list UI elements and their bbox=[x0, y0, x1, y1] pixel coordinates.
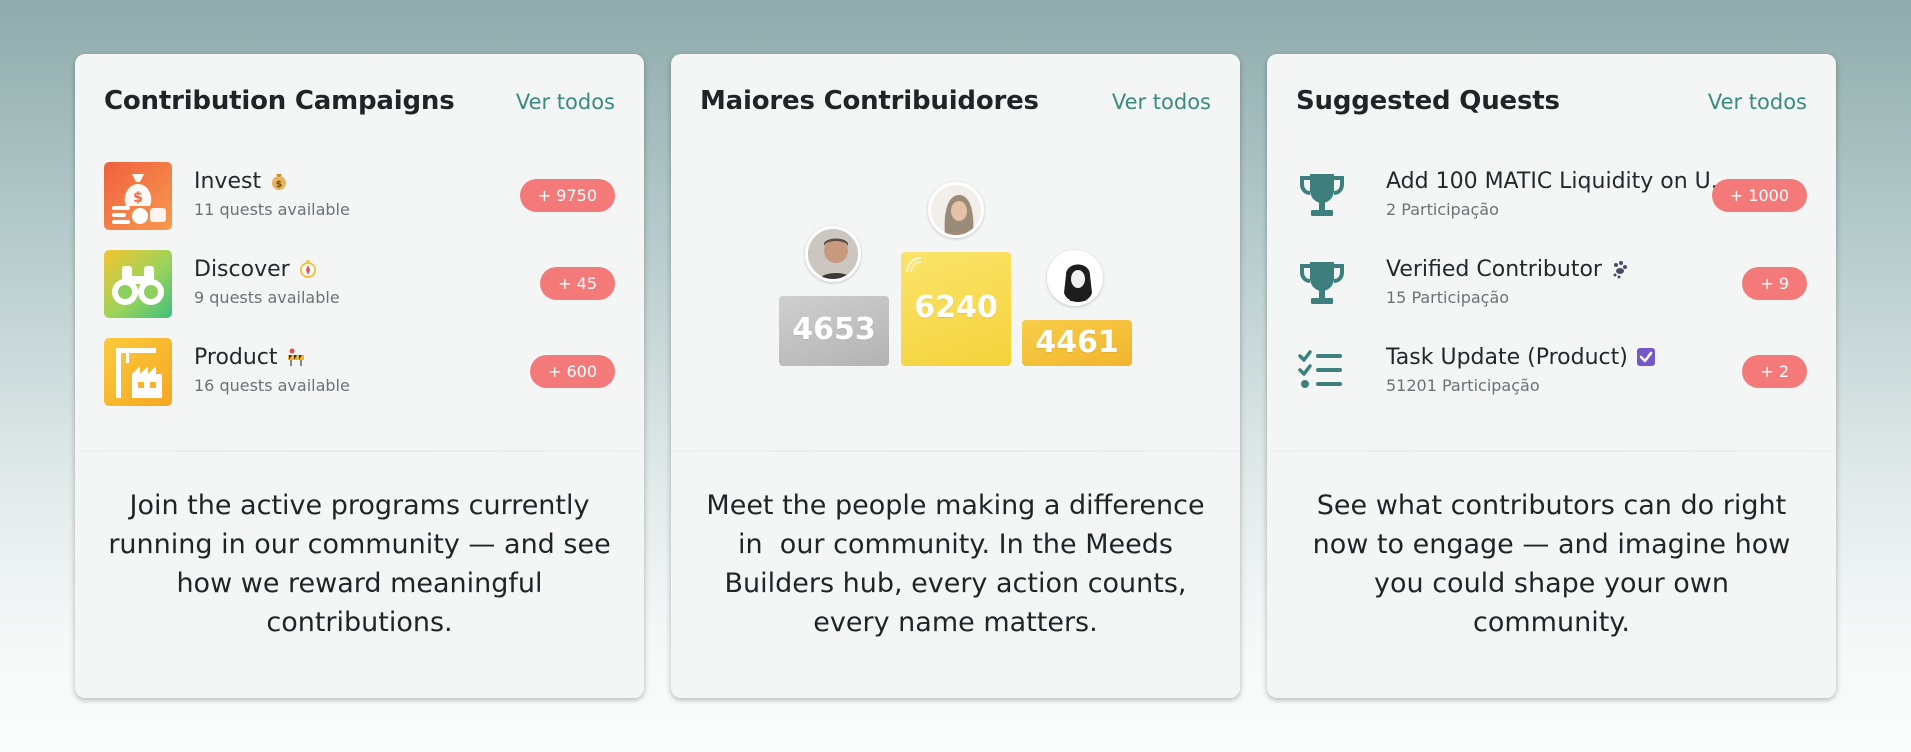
campaign-name: Discover bbox=[194, 257, 290, 282]
campaigns-card-header: Contribution Campaigns Ver todos $ Inves… bbox=[75, 54, 644, 452]
campaigns-card: Contribution Campaigns Ver todos $ Inves… bbox=[75, 54, 644, 698]
task-list-icon bbox=[1298, 350, 1342, 388]
money-bag-icon: $ bbox=[112, 174, 166, 224]
trophy-icon bbox=[1300, 174, 1344, 216]
campaign-item-product[interactable]: Product 16 quests available + 600 bbox=[104, 338, 615, 408]
person-avatar-icon bbox=[931, 185, 981, 235]
contributors-description: Meet the people making a difference in o… bbox=[706, 490, 1205, 638]
quest-participation: 2 Participação bbox=[1386, 200, 1499, 219]
quest-item[interactable]: Task Update (Product) 51201 Participação… bbox=[1296, 338, 1807, 408]
quest-name: Task Update (Product) bbox=[1386, 345, 1628, 370]
card-divider bbox=[75, 450, 644, 452]
person-avatar-icon bbox=[808, 229, 858, 279]
contributors-title: Maiores Contribuidores bbox=[700, 86, 1039, 116]
points-badge: + 600 bbox=[529, 355, 615, 388]
trophy-icon bbox=[1300, 262, 1344, 304]
contributors-card: Maiores Contribuidores Ver todos 4653 62… bbox=[671, 54, 1240, 698]
points-badge: + 45 bbox=[540, 267, 615, 300]
contributors-view-all-link[interactable]: Ver todos bbox=[1112, 90, 1211, 114]
avatar-third[interactable] bbox=[1047, 250, 1103, 306]
quests-card: Suggested Quests Ver todos Add 100 MATIC… bbox=[1267, 54, 1836, 698]
check-box-icon bbox=[1636, 348, 1655, 366]
podium-third-score: 4461 bbox=[1035, 325, 1119, 360]
quest-participation: 51201 Participação bbox=[1386, 376, 1540, 395]
person-avatar-icon bbox=[1050, 253, 1100, 303]
campaign-name: Invest bbox=[194, 169, 262, 194]
points-badge: + 1000 bbox=[1711, 179, 1807, 212]
campaign-quest-count: 16 quests available bbox=[194, 376, 350, 395]
quest-item[interactable]: Add 100 MATIC Liquidity on U... 2 Partic… bbox=[1296, 162, 1807, 232]
campaign-quest-count: 9 quests available bbox=[194, 288, 340, 307]
binoculars-icon bbox=[112, 266, 164, 305]
quests-card-header: Suggested Quests Ver todos Add 100 MATIC… bbox=[1267, 54, 1836, 452]
avatar-second[interactable] bbox=[805, 226, 861, 282]
campaigns-title: Contribution Campaigns bbox=[104, 86, 455, 116]
factory-crane-icon bbox=[116, 348, 162, 398]
quest-name: Verified Contributor bbox=[1386, 257, 1602, 282]
podium-second-score: 4653 bbox=[792, 312, 876, 347]
podium-first-score: 6240 bbox=[914, 290, 998, 325]
quests-description: See what contributors can do right now t… bbox=[1312, 490, 1791, 638]
contributors-card-header: Maiores Contribuidores Ver todos 4653 62… bbox=[671, 54, 1240, 452]
paw-prints-icon bbox=[1613, 261, 1627, 279]
campaign-item-invest[interactable]: $ Invest $ 11 quests available + 9750 bbox=[104, 162, 615, 232]
campaigns-description: Join the active programs currently runni… bbox=[108, 490, 611, 638]
quest-participation: 15 Participação bbox=[1386, 288, 1510, 307]
construction-icon bbox=[287, 348, 304, 366]
card-divider bbox=[671, 450, 1240, 452]
svg-text:$: $ bbox=[276, 180, 282, 190]
card-divider bbox=[1267, 450, 1836, 452]
quests-view-all-link[interactable]: Ver todos bbox=[1708, 90, 1807, 114]
money-bag-icon: $ bbox=[272, 174, 287, 190]
campaign-quest-count: 11 quests available bbox=[194, 200, 350, 219]
invest-thumbnail: $ bbox=[104, 162, 172, 230]
discover-thumbnail bbox=[104, 250, 172, 318]
compass-icon bbox=[299, 260, 316, 278]
podium-first: 6240 bbox=[901, 252, 1011, 366]
shine-decoration bbox=[906, 257, 922, 273]
campaigns-view-all-link[interactable]: Ver todos bbox=[516, 90, 615, 114]
svg-text:$: $ bbox=[133, 190, 143, 206]
campaign-name: Product bbox=[194, 345, 278, 370]
points-badge: + 2 bbox=[1742, 355, 1807, 388]
quest-name: Add 100 MATIC Liquidity on U... bbox=[1386, 169, 1732, 194]
product-thumbnail bbox=[104, 338, 172, 406]
campaign-item-discover[interactable]: Discover 9 quests available + 45 bbox=[104, 250, 615, 320]
points-badge: + 9750 bbox=[519, 179, 615, 212]
podium-third: 4461 bbox=[1022, 320, 1132, 366]
avatar-first[interactable] bbox=[928, 182, 984, 238]
quest-item[interactable]: Verified Contributor 15 Participação + 9 bbox=[1296, 250, 1807, 320]
quests-title: Suggested Quests bbox=[1296, 86, 1560, 116]
podium-second: 4653 bbox=[779, 296, 889, 366]
points-badge: + 9 bbox=[1742, 267, 1807, 300]
